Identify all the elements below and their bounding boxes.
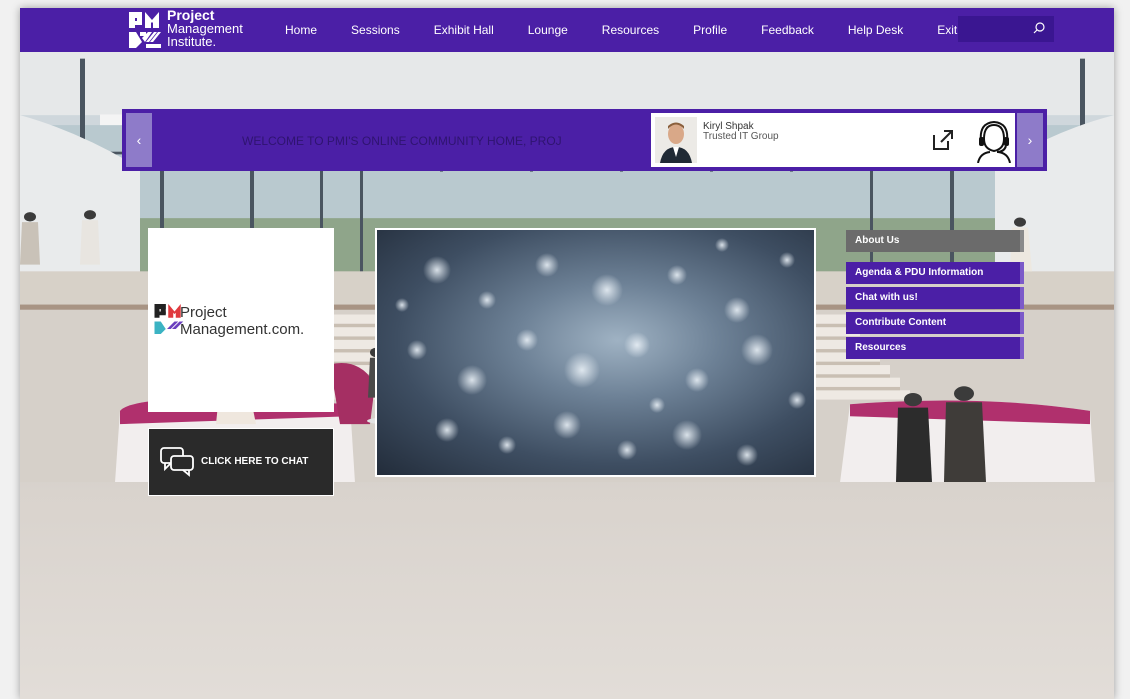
lobby-scene: ‹ WELCOME TO PMI'S ONLINE COMMUNITY HOME… [20,52,1114,699]
nav-help-desk[interactable]: Help Desk [848,23,903,37]
click-to-chat-button[interactable]: CLICK HERE TO CHAT [148,428,334,496]
support-agent-icon[interactable] [974,119,1014,163]
projectmanagement-com-tile[interactable]: Project Management.com. [148,228,334,412]
pm-text-line-1: Project [180,304,227,321]
menu-about-us[interactable]: About Us [846,230,1024,252]
chat-bubbles-icon [160,447,194,477]
pmi-logo-icon [129,12,161,48]
person-avatar-icon [655,117,697,163]
menu-resources[interactable]: Resources [846,337,1024,359]
menu-chat-with-us[interactable]: Chat with us! [846,287,1024,309]
nav-sessions[interactable]: Sessions [351,23,400,37]
banner-marquee-text: WELCOME TO PMI'S ONLINE COMMUNITY HOME, … [242,134,562,148]
video-frame [395,238,806,466]
search-icon[interactable] [1032,21,1046,35]
virtual-lobby: Project Management Institute. Home Sessi… [20,8,1114,699]
top-navbar: Project Management Institute. Home Sessi… [20,8,1114,52]
sponsor-card[interactable]: Kiryl Shpak Trusted IT Group [651,113,1015,167]
chevron-right-icon: › [1027,132,1033,148]
chat-button-label: CLICK HERE TO CHAT [201,456,309,467]
pm-text-line-2: Management.com. [180,321,305,338]
external-link-icon[interactable] [930,127,956,153]
welcome-banner: ‹ WELCOME TO PMI'S ONLINE COMMUNITY HOME… [122,109,1047,171]
chevron-left-icon: ‹ [136,132,142,148]
nav-home[interactable]: Home [285,23,317,37]
search-input[interactable] [958,16,1054,42]
pm-logo-text: Project Management.com. [180,304,304,338]
menu-agenda-pdu[interactable]: Agenda & PDU Information [846,262,1024,284]
banner-next-button[interactable]: › [1017,113,1043,167]
pmi-logo[interactable]: Project Management Institute. [128,8,268,52]
nav-profile[interactable]: Profile [693,23,727,37]
sponsor-org: Trusted IT Group [703,131,779,142]
pmi-logo-text: Project Management Institute. [167,8,243,49]
logo-line-3: Institute. [167,34,217,49]
video-player[interactable] [375,228,816,477]
nav-feedback[interactable]: Feedback [761,23,814,37]
nav-exit[interactable]: Exit [937,23,957,37]
nav-resources[interactable]: Resources [602,23,659,37]
avatar [655,117,697,163]
menu-contribute-content[interactable]: Contribute Content [846,312,1024,334]
banner-prev-button[interactable]: ‹ [126,113,152,167]
nav-lounge[interactable]: Lounge [528,23,568,37]
side-menu: About Us Agenda & PDU Information Chat w… [846,230,1024,362]
nav-exhibit-hall[interactable]: Exhibit Hall [434,23,494,37]
main-nav: Home Sessions Exhibit Hall Lounge Resour… [285,8,991,52]
